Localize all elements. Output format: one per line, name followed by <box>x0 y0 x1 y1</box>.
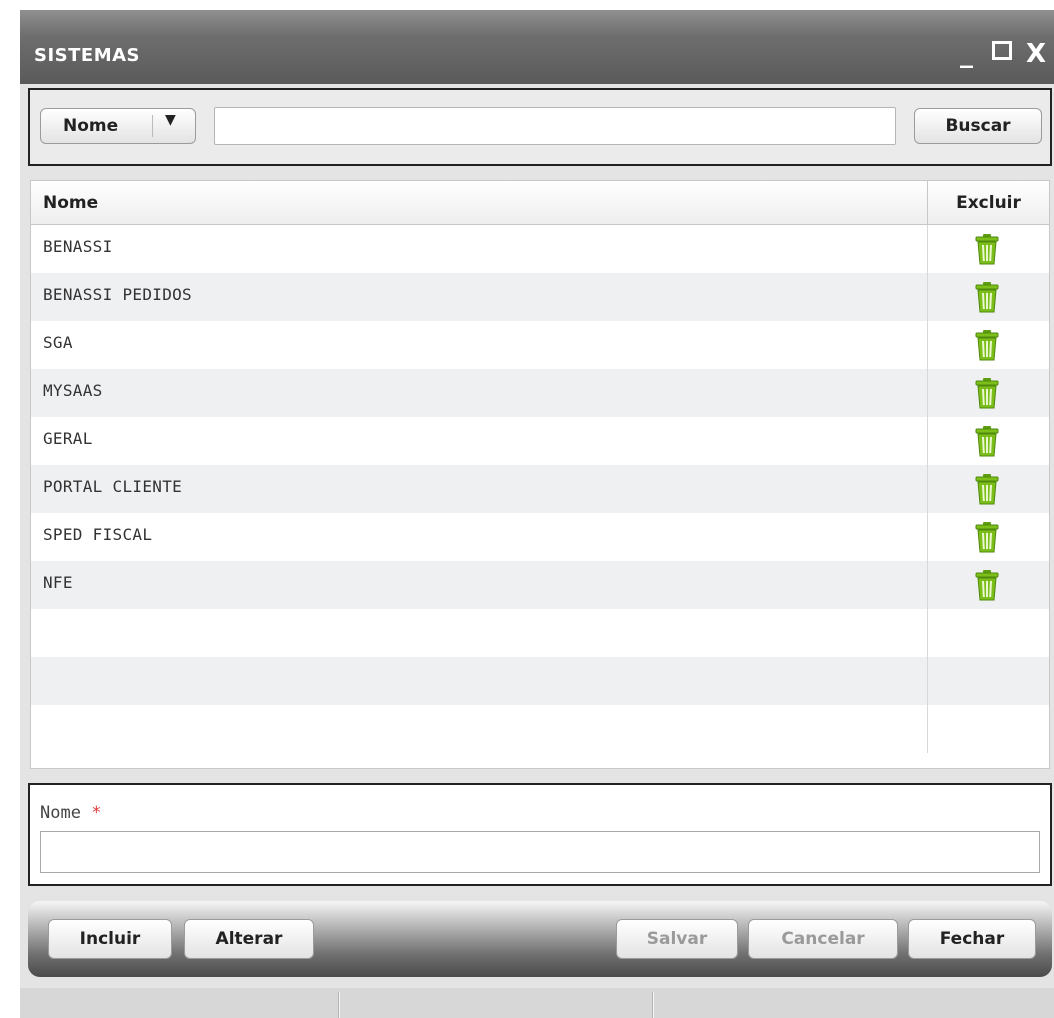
table-row[interactable] <box>31 609 1049 657</box>
trash-icon[interactable] <box>975 377 999 409</box>
delete-cell <box>927 321 1049 369</box>
table-row[interactable]: BENASSI PEDIDOS <box>31 273 1049 321</box>
table-row[interactable]: SPED FISCAL <box>31 513 1049 561</box>
row-name: MYSAAS <box>43 381 103 400</box>
action-toolbar: Incluir Alterar Salvar Cancelar Fechar <box>28 901 1052 977</box>
delete-cell <box>927 369 1049 417</box>
status-bar <box>20 988 1054 1018</box>
sistemas-window: SISTEMAS _ X Nome ▼ Buscar Nome Excluir … <box>20 10 1054 1018</box>
delete-cell <box>927 609 1049 657</box>
delete-cell <box>927 417 1049 465</box>
incluir-button[interactable]: Incluir <box>48 919 172 959</box>
table-row[interactable] <box>31 657 1049 705</box>
minimize-icon[interactable]: _ <box>960 38 973 70</box>
row-name: BENASSI <box>43 237 113 256</box>
search-button[interactable]: Buscar <box>914 108 1042 144</box>
trash-icon[interactable] <box>975 425 999 457</box>
required-marker: * <box>91 803 102 823</box>
row-name: SPED FISCAL <box>43 525 153 544</box>
trash-icon[interactable] <box>975 569 999 601</box>
delete-cell <box>927 561 1049 609</box>
search-field-selected: Nome <box>63 116 119 136</box>
grid-rows: BENASSI BENASSI PEDIDOS SGA MYSAAS GERAL PORT… <box>31 225 1049 753</box>
trash-icon[interactable] <box>975 281 999 313</box>
name-field-label: Nome * <box>40 803 101 823</box>
trash-icon[interactable] <box>975 329 999 361</box>
table-row[interactable] <box>31 705 1049 753</box>
salvar-button[interactable]: Salvar <box>616 919 738 959</box>
column-header-nome[interactable]: Nome <box>43 193 98 213</box>
name-field[interactable] <box>40 831 1040 873</box>
delete-cell <box>927 273 1049 321</box>
maximize-icon[interactable] <box>992 41 1012 60</box>
table-row[interactable]: NFE <box>31 561 1049 609</box>
delete-cell <box>927 657 1049 705</box>
delete-cell <box>927 513 1049 561</box>
name-label-text: Nome <box>40 803 81 823</box>
trash-icon[interactable] <box>975 473 999 505</box>
search-field-select[interactable]: Nome ▼ <box>40 108 196 144</box>
status-divider <box>338 992 340 1018</box>
row-name: BENASSI PEDIDOS <box>43 285 192 304</box>
alterar-button[interactable]: Alterar <box>184 919 314 959</box>
table-row[interactable]: SGA <box>31 321 1049 369</box>
table-row[interactable]: MYSAAS <box>31 369 1049 417</box>
systems-grid: Nome Excluir BENASSI BENASSI PEDIDOS SGA MY… <box>30 180 1050 769</box>
grid-header: Nome Excluir <box>31 181 1049 225</box>
chevron-down-icon: ▼ <box>165 112 176 128</box>
delete-cell <box>927 465 1049 513</box>
status-divider <box>652 992 654 1018</box>
trash-icon[interactable] <box>975 233 999 265</box>
window-title: SISTEMAS <box>34 45 141 66</box>
cancelar-button[interactable]: Cancelar <box>748 919 898 959</box>
row-name: NFE <box>43 573 73 592</box>
search-panel: Nome ▼ Buscar <box>28 88 1052 166</box>
window-titlebar[interactable]: SISTEMAS _ X <box>20 10 1054 84</box>
table-row[interactable]: GERAL <box>31 417 1049 465</box>
table-row[interactable]: PORTAL CLIENTE <box>31 465 1049 513</box>
column-header-excluir: Excluir <box>927 181 1049 225</box>
search-input[interactable] <box>214 107 896 145</box>
fechar-button[interactable]: Fechar <box>908 919 1036 959</box>
row-name: GERAL <box>43 429 93 448</box>
table-row[interactable]: BENASSI <box>31 225 1049 273</box>
trash-icon[interactable] <box>975 521 999 553</box>
delete-cell <box>927 225 1049 273</box>
row-name: SGA <box>43 333 73 352</box>
edit-form: Nome * <box>28 783 1052 886</box>
select-separator <box>152 115 153 137</box>
close-icon[interactable]: X <box>1026 38 1046 70</box>
delete-cell <box>927 705 1049 753</box>
row-name: PORTAL CLIENTE <box>43 477 183 496</box>
